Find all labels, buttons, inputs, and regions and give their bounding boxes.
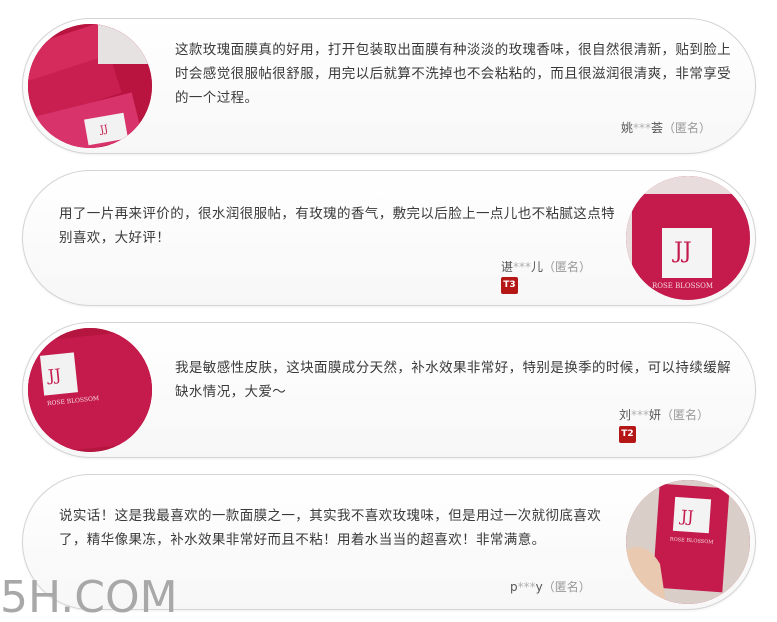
reviewer-name: 姚***荟（匿名）: [620, 121, 711, 135]
svg-text:JJ: JJ: [678, 506, 694, 526]
review-photo[interactable]: JJ ROSE BLOSSOM: [626, 480, 750, 604]
rose-blossom-box-photo-icon: JJ ROSE BLOSSOM: [28, 328, 152, 452]
rose-mask-box-photo-icon: JJ: [28, 24, 152, 148]
svg-text:JJ: JJ: [98, 124, 109, 136]
box-label: ROSE BLOSSOM: [652, 282, 713, 290]
svg-text:JJ: JJ: [672, 239, 692, 264]
reviewer-name: p***y（匿名）: [510, 580, 591, 594]
review-card: JJ ROSE BLOSSOM 我是敏感性皮肤，这块面膜成分天然，补水效果非常好…: [22, 322, 756, 458]
reviewer-name: 谌***儿（匿名）: [501, 260, 592, 274]
rose-blossom-box-photo-icon: JJ ROSE BLOSSOM: [626, 480, 750, 604]
review-card: JJ 这款玫瑰面膜真的好用，打开包装取出面膜有种淡淡的玫瑰香味，很自然很清新，贴…: [22, 18, 756, 154]
review-photo[interactable]: JJ ROSE BLOSSOM: [28, 328, 152, 452]
site-watermark: 5H.COM: [0, 572, 178, 622]
review-text: 我是敏感性皮肤，这块面膜成分天然，补水效果非常好，特别是换季的时候，可以持续缓解…: [175, 360, 731, 400]
review-photo[interactable]: JJ: [28, 24, 152, 148]
review-card: 用了一片再来评价的，很水润很服帖，有玫瑰的香气，敷完以后脸上一点儿也不粘腻这点特…: [22, 170, 756, 306]
review-text: 这款玫瑰面膜真的好用，打开包装取出面膜有种淡淡的玫瑰香味，很自然很清新，贴到脸上…: [175, 42, 731, 106]
rose-blossom-box-photo-icon: JJ ROSE BLOSSOM: [626, 176, 750, 300]
review-photo[interactable]: JJ ROSE BLOSSOM: [626, 176, 750, 300]
review-text: 用了一片再来评价的，很水润很服帖，有玫瑰的香气，敷完以后脸上一点儿也不粘腻这点特…: [59, 206, 615, 246]
member-level-badge: T2: [619, 426, 636, 443]
member-level-badge: T3: [501, 277, 518, 294]
reviewer-name: 刘***妍（匿名）: [619, 408, 710, 422]
review-text: 说实话！这是我最喜欢的一款面膜之一，其实我不喜欢玫瑰味，但是用过一次就彻底喜欢了…: [59, 508, 602, 548]
